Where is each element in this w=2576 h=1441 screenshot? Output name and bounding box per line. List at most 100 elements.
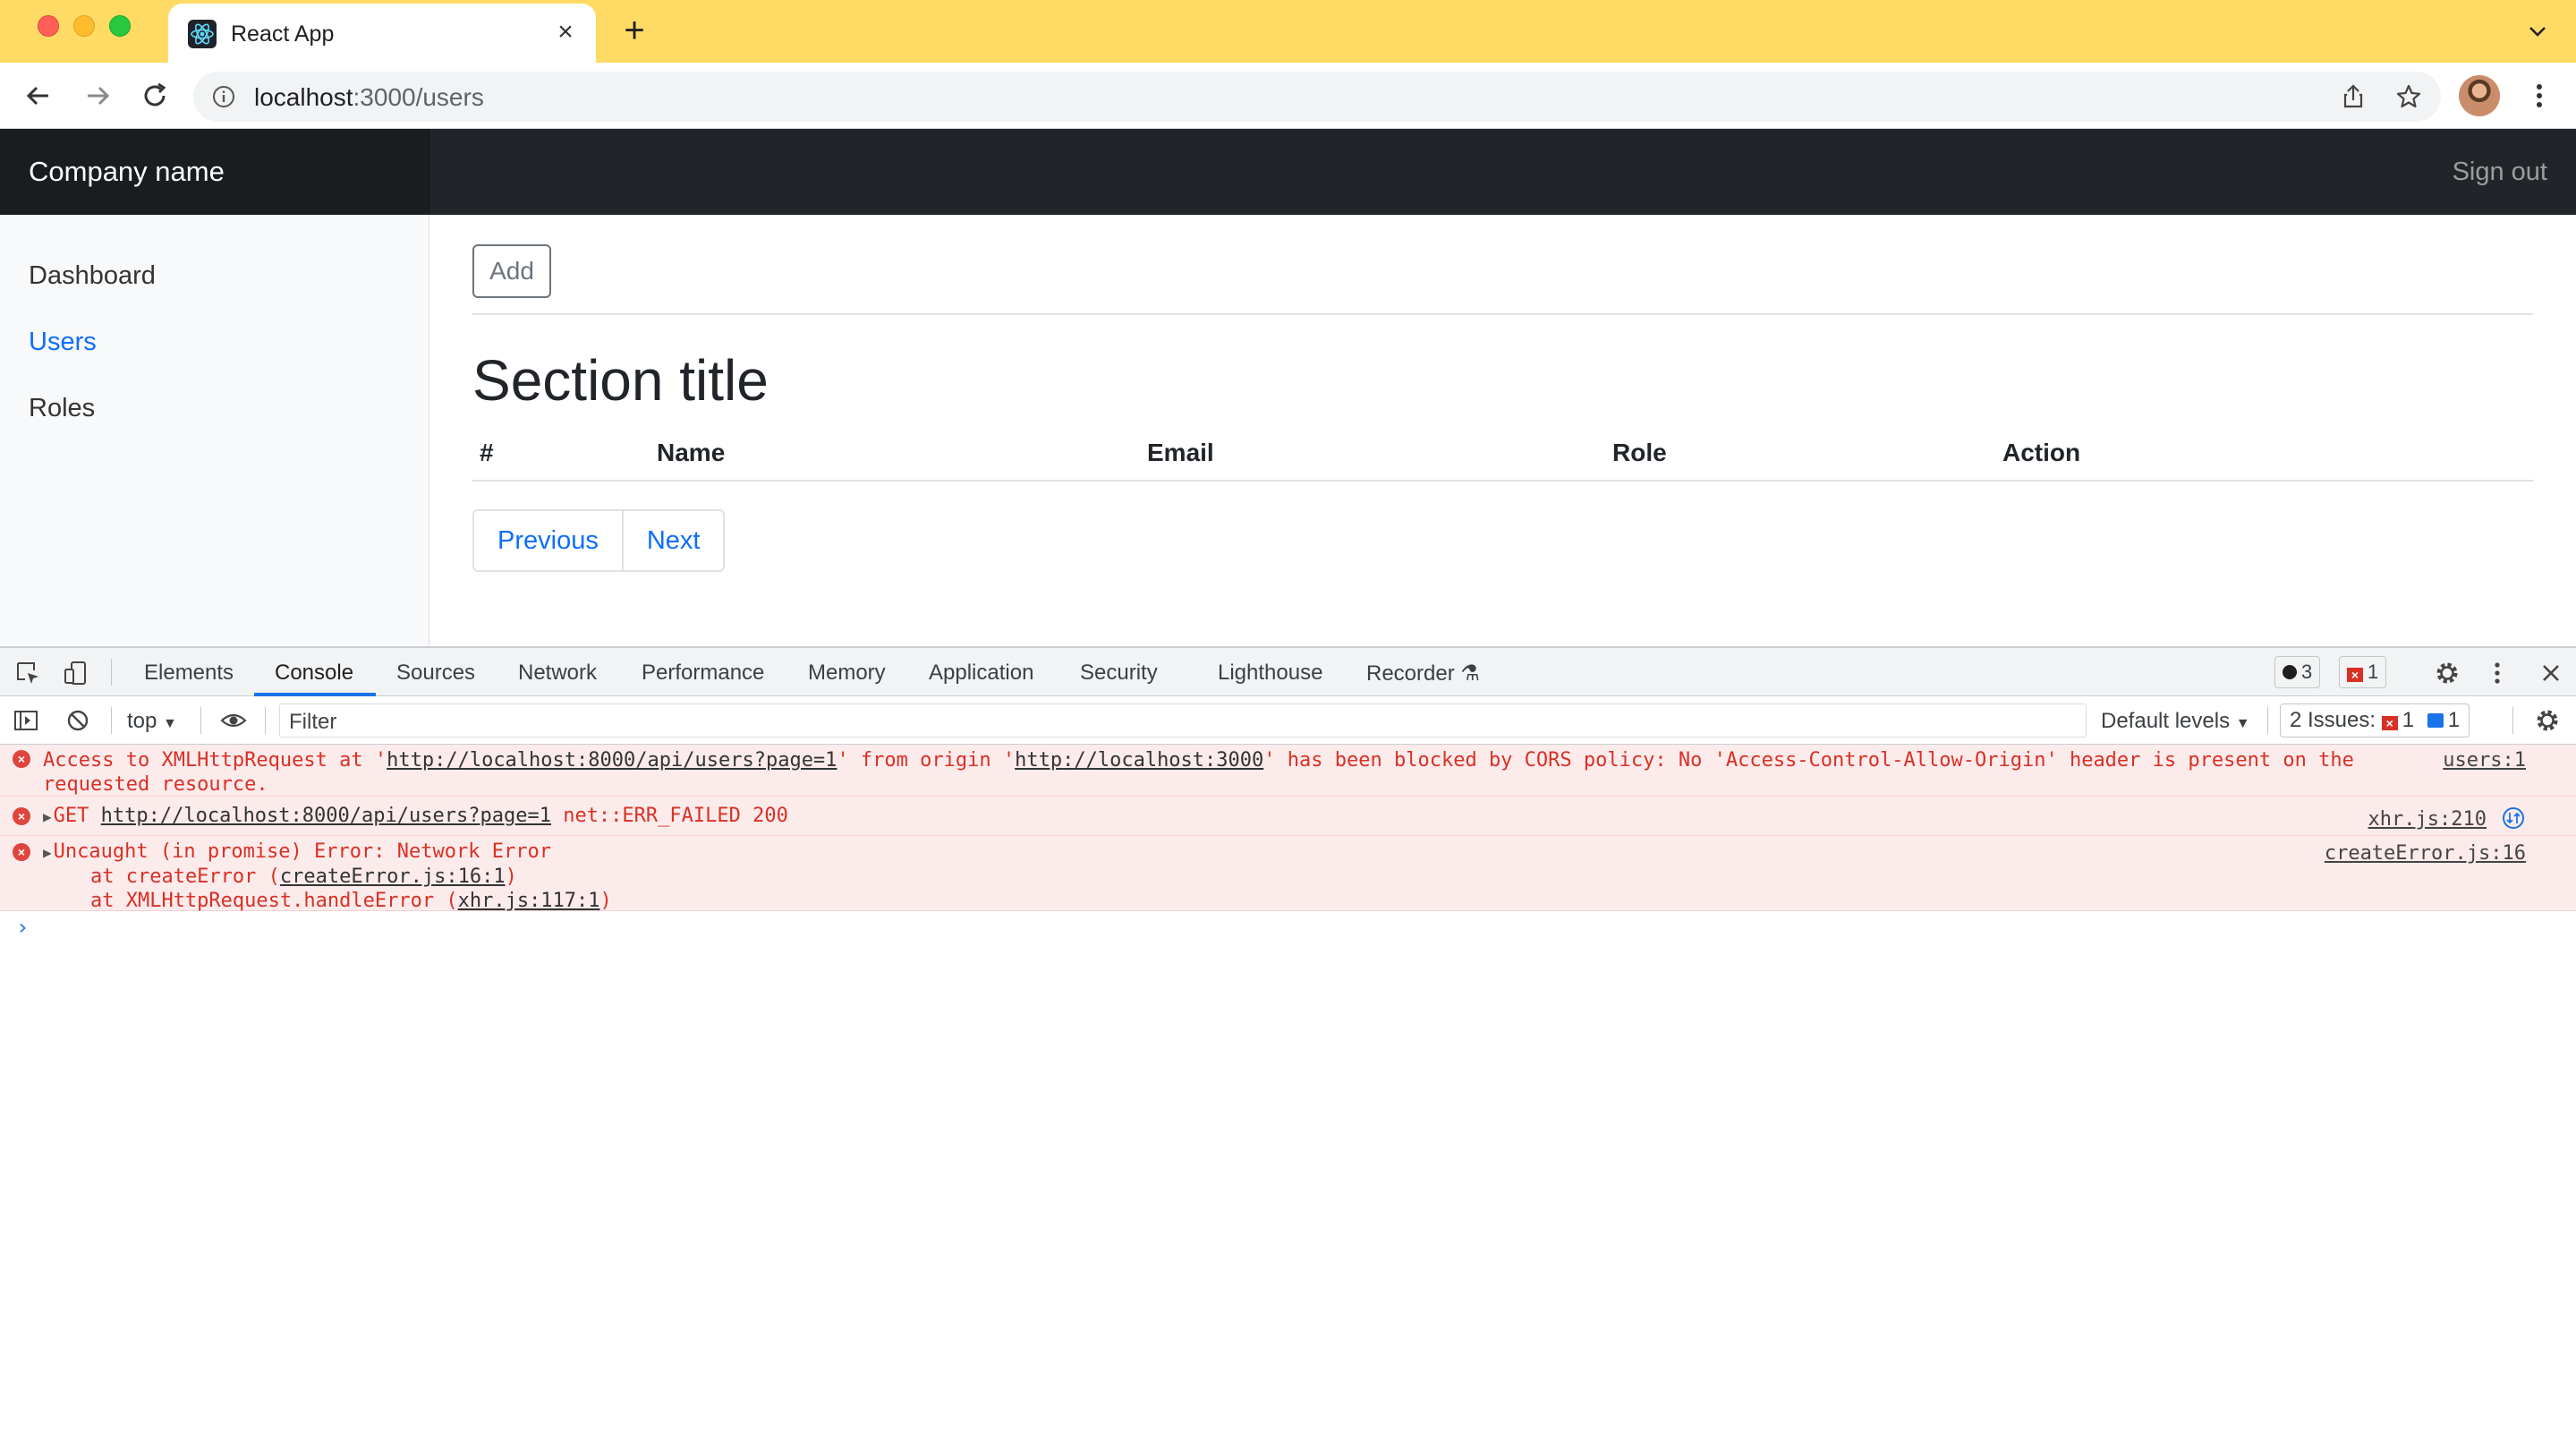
filter-placeholder: Filter bbox=[289, 710, 337, 734]
stack-text: ) bbox=[505, 865, 517, 888]
tab-title: React App bbox=[231, 21, 335, 47]
tab-elements[interactable]: Elements bbox=[144, 661, 234, 686]
url-text[interactable]: localhost:3000/users bbox=[254, 83, 484, 112]
stack-link[interactable]: createError.js:16:1 bbox=[280, 865, 506, 888]
source-link[interactable]: xhr.js:210 bbox=[2368, 807, 2487, 831]
separator bbox=[111, 659, 112, 686]
messages-count-badge[interactable]: 3 bbox=[2274, 656, 2321, 688]
stack-text: at XMLHttpRequest.handleError ( bbox=[43, 890, 458, 912]
section-title: Section title bbox=[472, 348, 769, 413]
table-header-border bbox=[472, 480, 2533, 482]
window-close-button[interactable] bbox=[38, 15, 59, 37]
errors-count-badge[interactable]: × 1 bbox=[2339, 656, 2387, 688]
context-selector[interactable]: top ▼ bbox=[127, 709, 177, 734]
stack-link[interactable]: xhr.js:117:1 bbox=[458, 890, 600, 912]
console-message-text[interactable]: ▶GET http://localhost:8000/api/users?pag… bbox=[43, 804, 788, 829]
stack-text: at createError ( bbox=[43, 865, 280, 888]
message-text: GET bbox=[53, 805, 101, 827]
sidebar-item-users[interactable]: Users bbox=[29, 328, 97, 357]
issues-button[interactable]: 2 Issues: × 1 1 bbox=[2280, 703, 2470, 738]
tab-close-icon[interactable]: × bbox=[549, 16, 582, 48]
devtools-settings-icon[interactable] bbox=[2434, 660, 2461, 686]
console-toolbar: top ▼ Filter Default levels ▼ 2 Issues: … bbox=[0, 696, 2576, 745]
tab-console[interactable]: Console bbox=[275, 661, 353, 686]
origin-url-link[interactable]: http://localhost:3000 bbox=[1015, 749, 1263, 772]
message-text: Uncaught (in promise) Error: Network Err… bbox=[53, 840, 551, 863]
message-text: ' from origin ' bbox=[837, 749, 1016, 772]
window-zoom-button[interactable] bbox=[109, 15, 131, 37]
tab-network[interactable]: Network bbox=[518, 661, 597, 686]
tab-application[interactable]: Application bbox=[929, 661, 1033, 686]
reload-icon[interactable] bbox=[136, 77, 174, 115]
tab-performance[interactable]: Performance bbox=[642, 661, 764, 686]
app-navbar: Company name Sign out bbox=[0, 129, 2576, 215]
show-sidebar-icon[interactable] bbox=[13, 707, 39, 734]
message-dot-icon bbox=[2283, 665, 2297, 679]
site-info-icon[interactable] bbox=[211, 84, 236, 109]
source-link[interactable]: users:1 bbox=[2443, 748, 2526, 772]
table-header-name: Name bbox=[657, 439, 726, 466]
live-expression-eye-icon[interactable] bbox=[220, 707, 247, 734]
request-url-link[interactable]: http://localhost:8000/api/users?page=1 bbox=[387, 749, 837, 772]
browser-tab[interactable]: React App × bbox=[168, 4, 596, 63]
bookmark-star-icon[interactable] bbox=[2394, 82, 2423, 111]
levels-label: Default levels bbox=[2101, 709, 2231, 733]
dropdown-arrow-icon: ▼ bbox=[163, 716, 177, 731]
source-link[interactable]: createError.js:16 bbox=[2325, 841, 2526, 865]
tab-search-chevron-icon[interactable] bbox=[2526, 20, 2549, 43]
new-tab-icon[interactable]: + bbox=[616, 13, 653, 50]
add-button[interactable]: Add bbox=[472, 244, 551, 298]
inspect-element-icon[interactable] bbox=[14, 660, 41, 686]
console-error-cors: × Access to XMLHttpRequest at 'http://lo… bbox=[0, 745, 2576, 797]
tab-security[interactable]: Security bbox=[1080, 661, 1158, 686]
previous-page-button[interactable]: Previous bbox=[472, 509, 624, 572]
context-label: top bbox=[127, 709, 157, 733]
table-header-number: # bbox=[480, 439, 494, 466]
console-prompt-icon[interactable]: › bbox=[16, 915, 29, 940]
message-text: net::ERR_FAILED 200 bbox=[550, 805, 788, 827]
forward-arrow-icon[interactable] bbox=[79, 77, 116, 115]
error-icon: × bbox=[13, 750, 30, 768]
tab-sources[interactable]: Sources bbox=[396, 661, 475, 686]
profile-avatar[interactable] bbox=[2459, 75, 2500, 116]
share-icon[interactable] bbox=[2339, 82, 2368, 111]
tab-lighthouse[interactable]: Lighthouse bbox=[1218, 661, 1322, 686]
issue-error-icon: × bbox=[2381, 716, 2398, 730]
log-levels-dropdown[interactable]: Default levels ▼ bbox=[2101, 709, 2250, 734]
expand-triangle-icon[interactable]: ▶ bbox=[43, 840, 52, 865]
network-request-icon[interactable] bbox=[2501, 806, 2526, 837]
separator bbox=[200, 707, 201, 734]
sidebar-item-dashboard[interactable]: Dashboard bbox=[29, 261, 156, 291]
sign-out-link[interactable]: Sign out bbox=[2453, 158, 2547, 187]
tab-recorder-label: Recorder bbox=[1366, 661, 1455, 686]
browser-tab-strip: React App × + bbox=[0, 0, 2576, 63]
issues-error-count: 1 bbox=[2402, 708, 2415, 732]
console-settings-icon[interactable] bbox=[2534, 707, 2561, 734]
message-count: 3 bbox=[2301, 661, 2313, 683]
devtools-tab-bar: Elements Console Sources Network Perform… bbox=[0, 648, 2576, 696]
message-text: ' has been blocked by CORS policy: No 'A… bbox=[1263, 749, 2354, 772]
browser-menu-icon[interactable] bbox=[2525, 77, 2554, 115]
devtools-close-icon[interactable] bbox=[2538, 660, 2564, 686]
clear-console-icon[interactable] bbox=[64, 707, 91, 734]
device-toolbar-icon[interactable] bbox=[63, 660, 89, 686]
back-arrow-icon[interactable] bbox=[20, 77, 57, 115]
expand-triangle-icon[interactable]: ▶ bbox=[43, 805, 52, 829]
console-filter-input[interactable]: Filter bbox=[279, 703, 2087, 738]
flask-icon: ⚗ bbox=[1460, 661, 1480, 686]
navbar-brand[interactable]: Company name bbox=[0, 129, 429, 215]
request-url-link[interactable]: http://localhost:8000/api/users?page=1 bbox=[101, 805, 551, 827]
error-icon: × bbox=[13, 843, 30, 861]
tab-recorder[interactable]: Recorder ⚗ bbox=[1366, 661, 1480, 686]
sidebar-item-roles[interactable]: Roles bbox=[29, 394, 95, 423]
console-message-text: Access to XMLHttpRequest at 'http://loca… bbox=[43, 748, 2354, 797]
tab-memory[interactable]: Memory bbox=[808, 661, 886, 686]
react-favicon-icon bbox=[188, 20, 217, 48]
devtools-panel: Elements Console Sources Network Perform… bbox=[0, 646, 2576, 1441]
sidebar: Dashboard Users Roles bbox=[0, 215, 429, 648]
next-page-button[interactable]: Next bbox=[621, 509, 726, 572]
console-message-text[interactable]: ▶Uncaught (in promise) Error: Network Er… bbox=[43, 840, 612, 913]
window-minimize-button[interactable] bbox=[73, 15, 95, 37]
address-bar[interactable]: localhost:3000/users bbox=[193, 72, 2441, 122]
devtools-more-icon[interactable] bbox=[2484, 660, 2511, 686]
